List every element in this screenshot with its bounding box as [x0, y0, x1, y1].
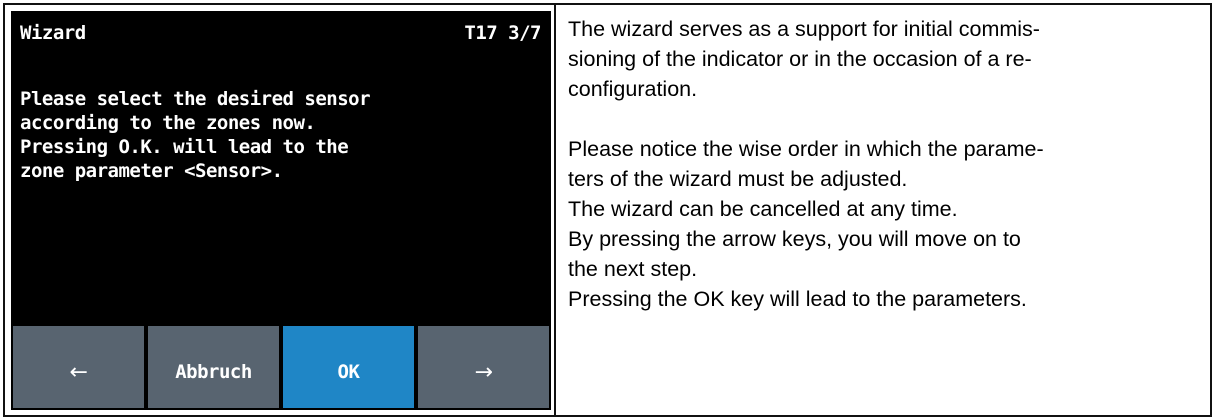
- description-line: the next step.: [568, 257, 698, 281]
- ok-button-label: OK: [337, 361, 360, 383]
- description-line: Please notice the wise order in which th…: [568, 137, 1044, 161]
- message-line: according to the zones now.: [20, 112, 316, 134]
- description-cell: The wizard serves as a support for initi…: [556, 5, 1210, 415]
- next-button[interactable]: →: [418, 326, 549, 408]
- description-line: sioning of the indicator or in the occas…: [568, 47, 1032, 71]
- screen-message: Please select the desired sensor accordi…: [20, 87, 540, 183]
- softkey-bar: ← Abbruch OK →: [13, 326, 549, 408]
- description-line: The wizard serves as a support for initi…: [568, 17, 1040, 41]
- documentation-table: Wizard T17 3/7 Please select the desired…: [3, 3, 1212, 417]
- screen-step-indicator: T17 3/7: [464, 22, 541, 44]
- description-line: ters of the wizard must be adjusted.: [568, 167, 908, 191]
- cancel-button-label: Abbruch: [175, 361, 252, 383]
- arrow-left-icon: ←: [69, 359, 88, 385]
- message-line: zone parameter <Sensor>.: [20, 160, 283, 182]
- description-line: By pressing the arrow keys, you will mov…: [568, 227, 1021, 251]
- description-line: The wizard can be cancelled at any time.: [568, 197, 958, 221]
- message-line: Pressing O.K. will lead to the: [20, 136, 349, 158]
- message-line: Please select the desired sensor: [20, 88, 371, 110]
- arrow-right-icon: →: [474, 359, 493, 385]
- screen-title: Wizard: [20, 22, 86, 44]
- screenshot-cell: Wizard T17 3/7 Please select the desired…: [5, 5, 556, 415]
- description-line: Pressing the OK key will lead to the par…: [568, 287, 1027, 311]
- back-button[interactable]: ←: [13, 326, 144, 408]
- device-display: Wizard T17 3/7 Please select the desired…: [11, 11, 551, 410]
- ok-button[interactable]: OK: [283, 326, 414, 408]
- cancel-button[interactable]: Abbruch: [148, 326, 279, 408]
- description-line: configuration.: [568, 77, 698, 101]
